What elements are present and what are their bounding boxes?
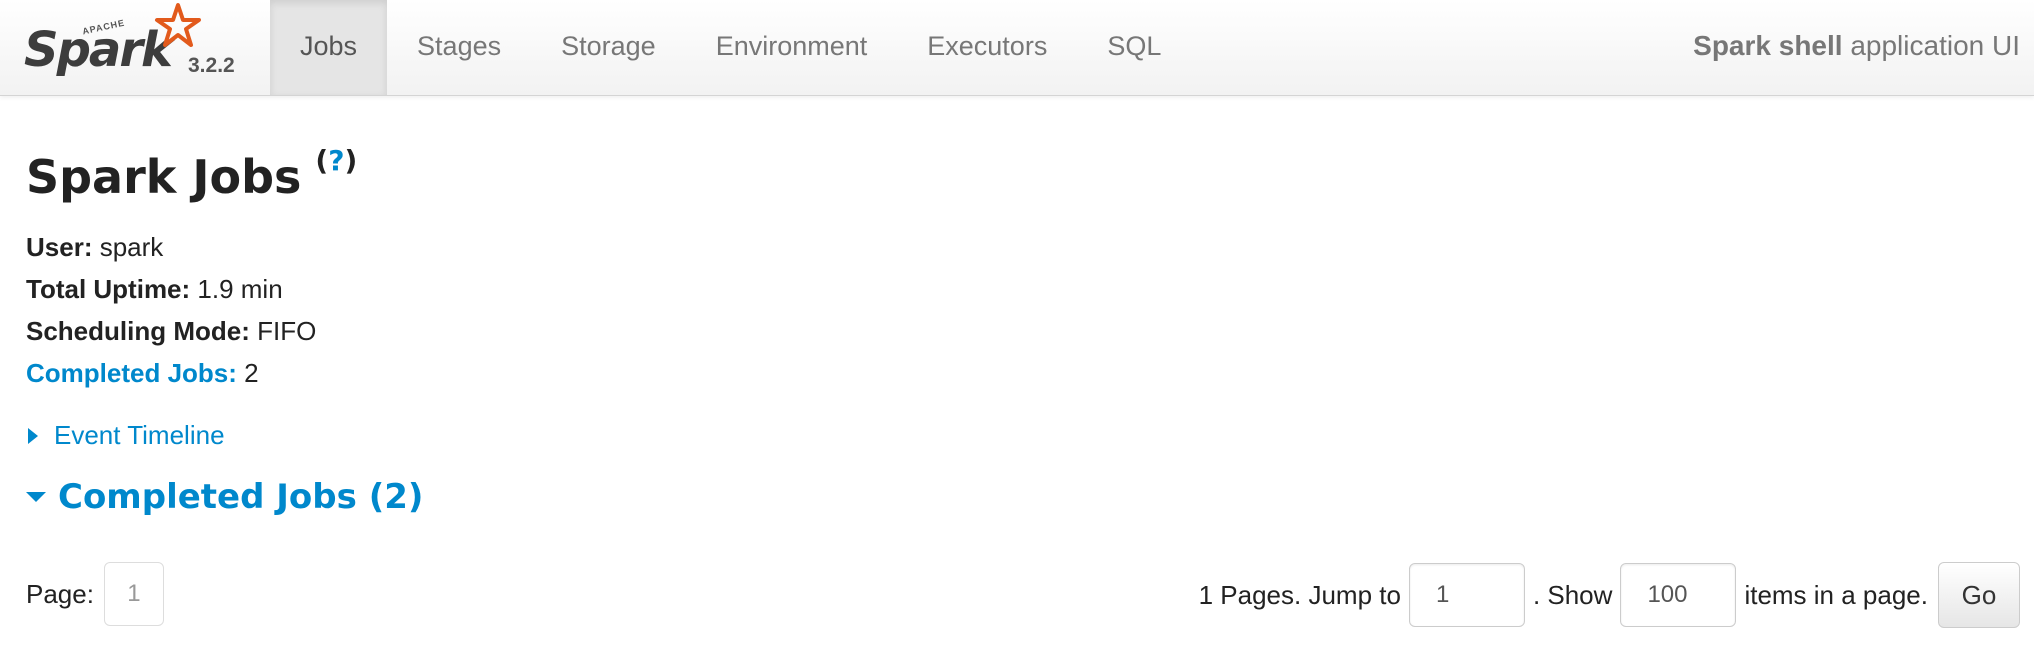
page-label: Page: xyxy=(26,578,94,609)
jump-to-page-input[interactable] xyxy=(1408,563,1525,627)
completed-jobs-link[interactable]: Completed Jobs: xyxy=(26,358,237,388)
scheduling-mode-label: Scheduling Mode: xyxy=(26,316,250,346)
pages-jump-label: 1 Pages. Jump to xyxy=(1198,579,1401,610)
navbar: APACHE Spark 3.2.2 Jobs Stages Storage E… xyxy=(0,0,2034,96)
spark-logo[interactable]: APACHE Spark 3.2.2 xyxy=(20,0,250,95)
logo-wordmark: Spark xyxy=(24,22,173,78)
tab-stages[interactable]: Stages xyxy=(387,0,531,95)
page-number-button[interactable]: 1 xyxy=(103,562,164,626)
tab-environment[interactable]: Environment xyxy=(686,0,898,95)
spark-version: 3.2.2 xyxy=(188,54,235,77)
items-per-page-label: items in a page. xyxy=(1744,579,1928,610)
show-label: . Show xyxy=(1532,579,1613,610)
app-title: Spark shell application UI xyxy=(1693,0,2020,95)
uptime-label: Total Uptime: xyxy=(26,274,191,304)
event-timeline-label: Event Timeline xyxy=(54,420,225,450)
summary-completed-jobs: Completed Jobs: 2 xyxy=(26,352,2020,394)
tab-sql[interactable]: SQL xyxy=(1077,0,1191,95)
completed-jobs-count: 2 xyxy=(236,358,259,388)
help-paren-close: ) xyxy=(344,144,358,177)
triangle-down-icon xyxy=(26,492,46,502)
page-size-input[interactable] xyxy=(1620,563,1737,627)
summary-uptime: Total Uptime: 1.9 min xyxy=(26,268,2020,310)
go-button[interactable]: Go xyxy=(1938,562,2020,628)
spark-star-icon xyxy=(155,3,201,47)
app-name: Spark shell xyxy=(1693,30,1843,61)
main-content: Spark Jobs (?) User: spark Total Uptime:… xyxy=(26,144,2020,517)
summary-scheduling-mode: Scheduling Mode: FIFO xyxy=(26,310,2020,352)
tab-storage[interactable]: Storage xyxy=(531,0,686,95)
user-value: spark xyxy=(92,232,164,262)
triangle-right-icon xyxy=(28,427,38,444)
job-summary: User: spark Total Uptime: 1.9 min Schedu… xyxy=(26,226,2020,394)
help-link[interactable]: (?) xyxy=(315,144,357,177)
event-timeline-toggle[interactable]: Event Timeline xyxy=(26,420,2020,451)
app-title-suffix: application UI xyxy=(1842,30,2020,61)
page-title-text: Spark Jobs xyxy=(26,150,302,204)
tab-executors[interactable]: Executors xyxy=(897,0,1077,95)
help-icon[interactable]: ? xyxy=(328,144,344,177)
scheduling-mode-value: FIFO xyxy=(249,316,317,346)
completed-jobs-section-toggle[interactable]: Completed Jobs (2) xyxy=(26,477,2020,517)
user-label: User: xyxy=(26,232,93,262)
help-paren-open: ( xyxy=(315,144,329,177)
uptime-value: 1.9 min xyxy=(190,274,283,304)
completed-jobs-section-title: Completed Jobs (2) xyxy=(58,477,424,517)
tab-jobs[interactable]: Jobs xyxy=(270,0,388,95)
summary-user: User: spark xyxy=(26,226,2020,268)
page-title: Spark Jobs (?) xyxy=(26,144,2020,204)
nav-tabs: Jobs Stages Storage Environment Executor… xyxy=(270,0,1191,95)
pagination-controls: 1 Pages. Jump to . Show items in a page.… xyxy=(1199,562,2020,628)
pagination-pages: Page: 1 xyxy=(26,562,164,626)
